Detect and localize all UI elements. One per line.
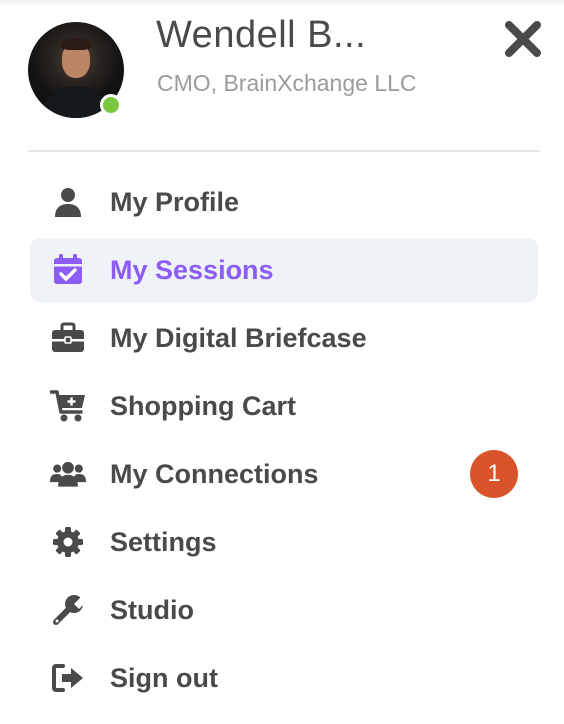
header-divider (28, 150, 540, 152)
menu-item-my-profile[interactable]: My Profile (30, 170, 538, 234)
sign-out-icon (50, 660, 86, 696)
menu-item-studio[interactable]: Studio (30, 578, 538, 642)
gear-icon (50, 524, 86, 560)
menu-item-label: My Connections (110, 459, 319, 489)
menu-item-my-sessions[interactable]: My Sessions (30, 238, 538, 302)
wrench-icon (50, 592, 86, 628)
cart-plus-icon (50, 388, 86, 424)
notification-badge: 1 (470, 450, 518, 498)
account-menu: My Profile My Sessions My Digital Briefc… (30, 170, 538, 714)
calendar-check-icon (50, 252, 86, 288)
menu-item-settings[interactable]: Settings (30, 510, 538, 574)
user-name: Wendell B... (156, 14, 367, 56)
menu-item-label: My Digital Briefcase (110, 323, 367, 353)
online-status-indicator (100, 94, 122, 116)
users-icon (50, 456, 86, 492)
menu-item-label: Sign out (110, 663, 218, 693)
menu-item-my-connections[interactable]: My Connections 1 (30, 442, 538, 506)
menu-item-digital-briefcase[interactable]: My Digital Briefcase (30, 306, 538, 370)
user-icon (50, 184, 86, 220)
menu-item-shopping-cart[interactable]: Shopping Cart (30, 374, 538, 438)
menu-item-label: My Sessions (110, 255, 274, 285)
menu-item-label: Shopping Cart (110, 391, 296, 421)
user-job-title: CMO, BrainXchange LLC (157, 70, 417, 96)
menu-item-label: Studio (110, 595, 194, 625)
close-icon (505, 21, 541, 57)
close-button[interactable] (500, 16, 546, 62)
menu-item-label: My Profile (110, 187, 240, 217)
menu-item-sign-out[interactable]: Sign out (30, 646, 538, 710)
menu-item-label: Settings (110, 527, 217, 557)
avatar-hair (61, 38, 91, 50)
briefcase-icon (50, 320, 86, 356)
profile-header: Wendell B... CMO, BrainXchange LLC (0, 0, 564, 150)
